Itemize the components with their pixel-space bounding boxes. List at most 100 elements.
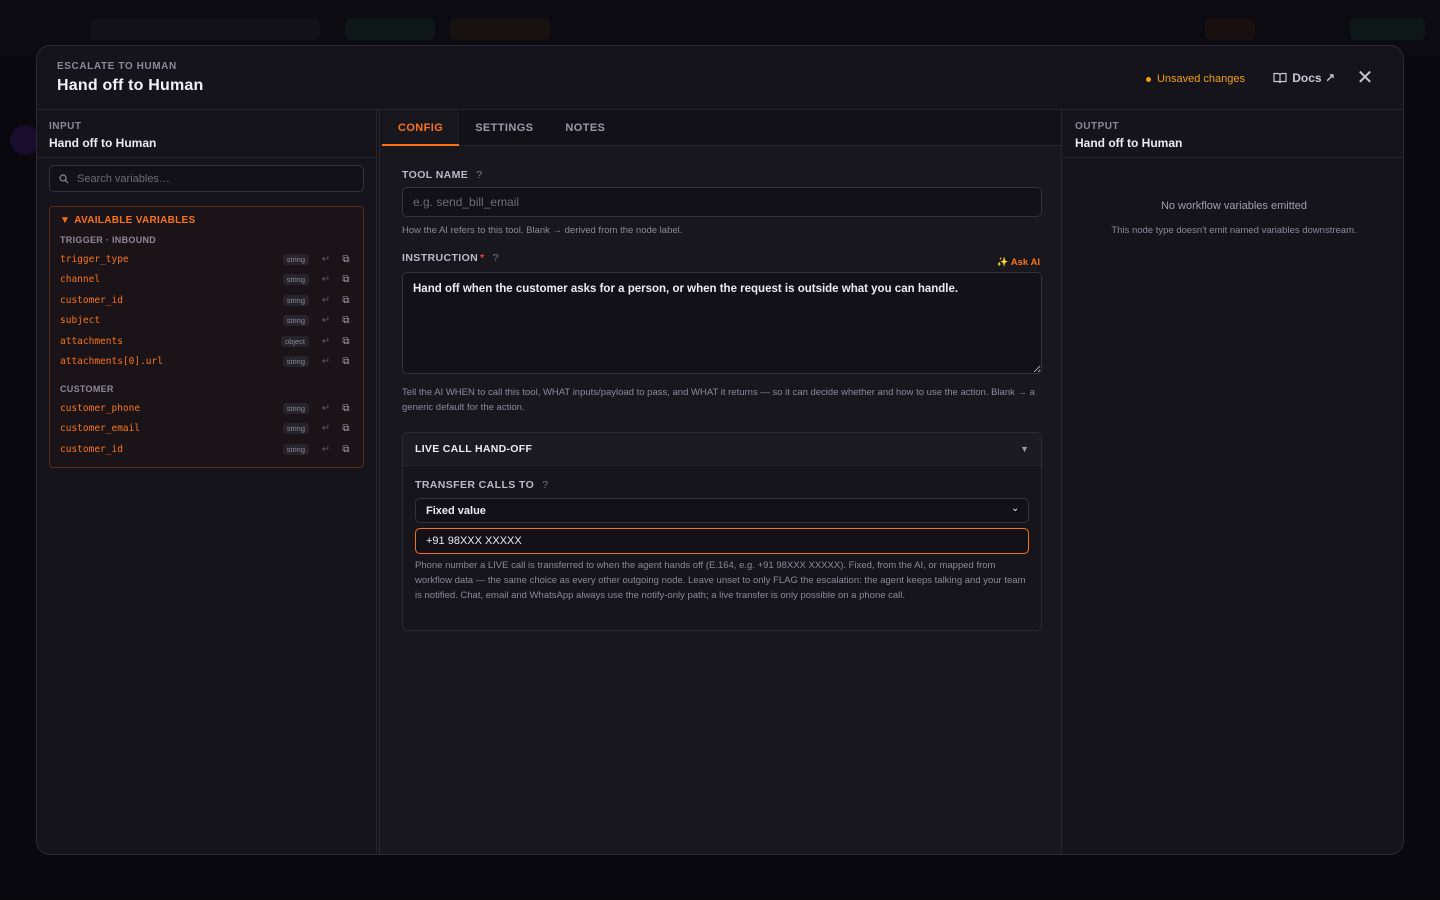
input-panel-header: INPUT Hand off to Human xyxy=(37,110,376,158)
variable-group-label: CUSTOMER xyxy=(60,384,114,394)
tool-name-input[interactable] xyxy=(402,187,1042,217)
copy-icon[interactable]: ⧉ xyxy=(339,356,353,367)
transfer-help: Phone number a LIVE call is transferred … xyxy=(415,560,1026,601)
input-panel-value: Hand off to Human xyxy=(49,136,157,150)
instruction-label-text: INSTRUCTION xyxy=(402,252,479,264)
variable-name[interactable]: customer_phone xyxy=(60,403,283,414)
book-icon xyxy=(1273,72,1287,84)
instruction-label: INSTRUCTION * ? xyxy=(402,252,499,264)
variable-type-badge: string xyxy=(282,274,309,286)
docs-label: Docs ↗ xyxy=(1292,71,1335,85)
copy-icon[interactable]: ⧉ xyxy=(339,254,353,265)
ask-ai-button[interactable]: ✨ Ask AI xyxy=(997,257,1040,268)
variable-name[interactable]: trigger_type xyxy=(60,254,283,265)
variable-row[interactable]: channel string ↵ ⧉ xyxy=(60,270,353,291)
variable-type-badge: object xyxy=(280,335,309,347)
chevron-down-icon: ▼ xyxy=(1020,444,1029,454)
tool-name-label: TOOL NAME ? xyxy=(402,169,482,181)
insert-icon[interactable]: ↵ xyxy=(317,254,335,265)
variable-name[interactable]: attachments xyxy=(60,336,281,347)
variable-row[interactable]: attachments[0].url string ↵ ⧉ xyxy=(60,352,353,373)
input-panel: INPUT Hand off to Human ▼ AVAILABLE VARI… xyxy=(37,110,377,854)
input-panel-label: INPUT xyxy=(49,121,82,132)
copy-icon[interactable]: ⧉ xyxy=(339,336,353,347)
variable-type-badge: string xyxy=(282,294,309,306)
variable-type-badge: string xyxy=(282,402,309,414)
variable-type-badge: string xyxy=(282,253,309,265)
insert-icon[interactable]: ↵ xyxy=(317,336,335,347)
node-config-modal: ESCALATE TO HUMAN Hand off to Human Unsa… xyxy=(36,45,1404,855)
empty-state-title: No workflow variables emitted xyxy=(1160,200,1308,212)
tab-settings[interactable]: SETTINGS xyxy=(459,110,549,146)
insert-icon[interactable]: ↵ xyxy=(317,295,335,306)
close-icon[interactable]: ✕ xyxy=(1355,68,1375,88)
tab-bar: CONFIG SETTINGS NOTES xyxy=(380,110,1061,146)
variable-name[interactable]: channel xyxy=(60,274,283,285)
config-panel: CONFIG SETTINGS NOTES TOOL NAME ? How th… xyxy=(379,110,1062,854)
variable-row[interactable]: attachments object ↵ ⧉ xyxy=(60,331,353,352)
modal-title: Hand off to Human xyxy=(57,77,204,94)
variable-row[interactable]: customer_id string ↵ ⧉ xyxy=(60,439,353,460)
copy-icon[interactable]: ⧉ xyxy=(339,295,353,306)
variable-name[interactable]: subject xyxy=(60,315,283,326)
docs-link[interactable]: Docs ↗ xyxy=(1273,71,1335,85)
section-title: LIVE CALL HAND-OFF xyxy=(415,443,533,455)
instruction-help: Tell the AI WHEN to call this tool, WHAT… xyxy=(402,387,1035,413)
insert-icon[interactable]: ↵ xyxy=(317,274,335,285)
output-panel-header: OUTPUT Hand off to Human xyxy=(1063,110,1403,158)
variable-row[interactable]: customer_email string ↵ ⧉ xyxy=(60,419,353,440)
variable-type-badge: string xyxy=(282,423,309,435)
tab-notes[interactable]: NOTES xyxy=(549,110,621,146)
variable-name[interactable]: customer_email xyxy=(60,423,283,434)
unsaved-label: Unsaved changes xyxy=(1156,73,1245,85)
variable-row[interactable]: customer_phone string ↵ ⧉ xyxy=(60,398,353,419)
insert-icon[interactable]: ↵ xyxy=(317,403,335,414)
variable-name[interactable]: attachments[0].url xyxy=(60,356,283,367)
transfer-calls-label: TRANSFER CALLS TO ? xyxy=(415,479,548,491)
variable-type-badge: string xyxy=(282,315,309,327)
required-marker: * xyxy=(480,252,485,264)
variable-search xyxy=(49,165,364,192)
modal-header: ESCALATE TO HUMAN Hand off to Human Unsa… xyxy=(37,46,1403,110)
search-icon xyxy=(59,173,69,183)
search-input[interactable] xyxy=(77,172,347,185)
variable-row[interactable]: trigger_type string ↵ ⧉ xyxy=(60,249,353,270)
variable-name[interactable]: customer_id xyxy=(60,295,283,306)
available-variables-panel: ▼ AVAILABLE VARIABLES TRIGGER · INBOUND t… xyxy=(49,206,364,468)
variable-type-badge: string xyxy=(282,356,309,368)
node-type-eyebrow: ESCALATE TO HUMAN xyxy=(57,61,177,72)
live-call-handoff-section: LIVE CALL HAND-OFF ▼ TRANSFER CALLS TO ?… xyxy=(402,432,1042,631)
output-panel-value: Hand off to Human xyxy=(1075,136,1183,150)
insert-icon[interactable]: ↵ xyxy=(317,444,335,455)
transfer-mode-select[interactable]: Fixed value xyxy=(415,498,1029,523)
transfer-calls-label-text: TRANSFER CALLS TO xyxy=(415,479,535,491)
help-icon[interactable]: ? xyxy=(493,252,499,264)
section-header[interactable]: LIVE CALL HAND-OFF ▼ xyxy=(403,433,1041,466)
variable-groups: TRIGGER · INBOUND trigger_type string ↵ ⧉ cha… xyxy=(60,235,353,460)
insert-icon[interactable]: ↵ xyxy=(317,356,335,367)
variable-group-label: TRIGGER · INBOUND xyxy=(60,235,157,245)
copy-icon[interactable]: ⧉ xyxy=(339,274,353,285)
variable-row[interactable]: customer_id string ↵ ⧉ xyxy=(60,290,353,311)
available-variables-label: AVAILABLE VARIABLES xyxy=(74,215,196,226)
transfer-number-input[interactable] xyxy=(415,528,1029,554)
tool-name-label-text: TOOL NAME xyxy=(402,169,469,181)
help-icon[interactable]: ? xyxy=(476,169,482,181)
available-variables-toggle[interactable]: ▼ AVAILABLE VARIABLES xyxy=(60,215,353,226)
insert-icon[interactable]: ↵ xyxy=(317,315,335,326)
help-icon[interactable]: ? xyxy=(542,479,548,491)
copy-icon[interactable]: ⧉ xyxy=(339,315,353,326)
tool-name-help: How the AI refers to this tool. Blank → … xyxy=(402,225,683,236)
variable-name[interactable]: customer_id xyxy=(60,444,283,455)
copy-icon[interactable]: ⧉ xyxy=(339,403,353,414)
tab-config[interactable]: CONFIG xyxy=(382,110,460,146)
copy-icon[interactable]: ⧉ xyxy=(339,423,353,434)
status-dot-icon xyxy=(1145,76,1151,82)
variable-type-badge: string xyxy=(282,443,309,455)
instruction-textarea[interactable]: Hand off when the customer asks for a pe… xyxy=(402,272,1042,374)
variable-row[interactable]: subject string ↵ ⧉ xyxy=(60,311,353,332)
unsaved-indicator: Unsaved changes xyxy=(1145,73,1245,85)
output-panel: OUTPUT Hand off to Human No workflow var… xyxy=(1063,110,1403,854)
copy-icon[interactable]: ⧉ xyxy=(339,444,353,455)
insert-icon[interactable]: ↵ xyxy=(317,423,335,434)
